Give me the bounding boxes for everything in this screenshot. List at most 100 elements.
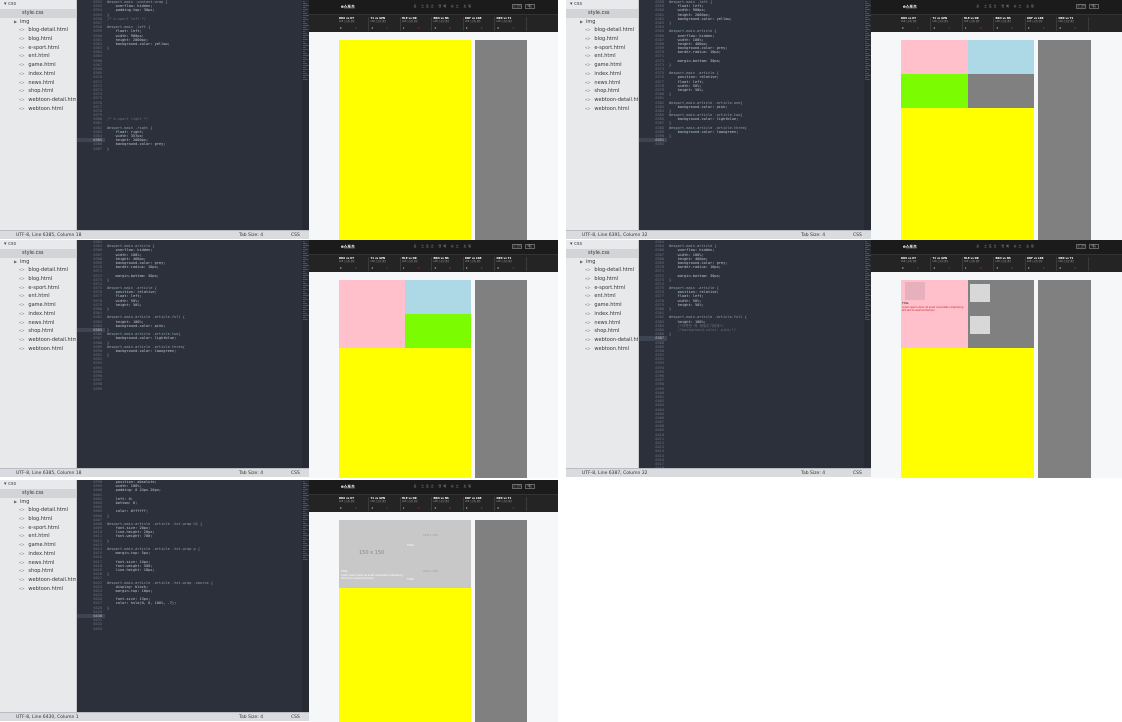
- score-card[interactable]: T1 vs GEN LCK 스프링 결승 2 1: [371, 257, 401, 271]
- folder-css[interactable]: ▾ css: [0, 240, 76, 249]
- score-card[interactable]: DRX vs T1 LCK 스프링 결승 0 2: [497, 257, 527, 271]
- score-card[interactable]: T1 vs GEN LCK 스프링 결승 2 1: [933, 17, 963, 31]
- file-item[interactable]: <> blog-detail.html: [566, 26, 638, 35]
- file-style-css[interactable]: style.css: [0, 249, 76, 258]
- code-text[interactable]: #esport-main-article { overflow: hidden;…: [669, 240, 863, 336]
- menu-button[interactable]: 메뉴: [525, 244, 535, 249]
- file-item[interactable]: <>webtoon-detail.html: [0, 96, 76, 105]
- minimap[interactable]: [302, 480, 309, 712]
- score-card[interactable]: DRX vs T1 LCK 스프링 결승 0 2: [1059, 17, 1089, 31]
- file-item[interactable]: <> blog-detail.html: [0, 506, 76, 515]
- score-card[interactable]: DRX vs T1 LCK 스프링 결승 0 2: [497, 497, 527, 511]
- file-item[interactable]: <> blog.html: [0, 515, 76, 524]
- score-card[interactable]: BRO vs NS LCK 스프링 결승 3 0: [996, 257, 1026, 271]
- file-item[interactable]: <> index.html: [566, 310, 638, 319]
- file-item[interactable]: <> blog-detail.html: [0, 266, 76, 275]
- file-item[interactable]: <> ent.html: [566, 52, 638, 61]
- file-item[interactable]: <> news.html: [0, 79, 76, 88]
- login-button[interactable]: 로그인: [1076, 244, 1086, 249]
- article-one[interactable]: [901, 40, 968, 74]
- file-style-css[interactable]: style.css: [566, 9, 638, 18]
- folder-css[interactable]: ▾ css: [0, 0, 76, 9]
- score-card[interactable]: DRX vs KT LCK 스프링 결승 0 3: [339, 497, 369, 511]
- article-full[interactable]: [339, 280, 405, 348]
- score-card[interactable]: KDF vs LSB LCK 스프링 결승 2 2: [465, 497, 495, 511]
- score-card[interactable]: DRX vs KT LCK 스프링 결승 0 3: [901, 17, 931, 31]
- file-item[interactable]: <> news.html: [0, 559, 76, 568]
- article-three[interactable]: [901, 74, 968, 108]
- login-button[interactable]: 로그인: [512, 4, 522, 9]
- file-item[interactable]: <> shop.html: [0, 567, 76, 576]
- score-card[interactable]: DRX vs T1 LCK 스프링 결승 0 2: [497, 17, 527, 31]
- score-card[interactable]: DRX vs KT LCK 스프링 결승 0 3: [339, 257, 369, 271]
- minimap[interactable]: [302, 0, 309, 230]
- file-item[interactable]: <> ent.html: [0, 52, 76, 61]
- minimap[interactable]: [864, 240, 871, 468]
- file-item[interactable]: <> blog.html: [566, 35, 638, 44]
- file-item[interactable]: <> e-sport.html: [0, 284, 76, 293]
- code-editor[interactable]: 6352 6353 6354 6355 6356 6357 6358 6359 6360 6361…: [77, 0, 309, 230]
- file-item[interactable]: <> game.html: [0, 301, 76, 310]
- menu-button[interactable]: 메뉴: [525, 484, 535, 489]
- folder-css[interactable]: ▾ css: [566, 0, 638, 9]
- file-item[interactable]: <> e-sport.html: [566, 44, 638, 53]
- score-card[interactable]: HLE vs DK LCK 스프링 결승 1 2: [402, 17, 432, 31]
- article-three[interactable]: [405, 314, 471, 348]
- code-text[interactable]: #esport-main .content-wrap { overflow: h…: [107, 0, 301, 151]
- file-item[interactable]: <> game.html: [566, 61, 638, 70]
- score-card[interactable]: DRX vs KT LCK 스프링 결승 0 3: [339, 17, 369, 31]
- site-logo[interactable]: e스포츠: [341, 484, 355, 490]
- score-card[interactable]: KDF vs LSB LCK 스프링 결승 2 2: [465, 17, 495, 31]
- score-card[interactable]: BRO vs NS LCK 스프링 결승 3 0: [434, 497, 464, 511]
- file-item[interactable]: <> blog.html: [0, 35, 76, 44]
- status-tab-size[interactable]: Tab Size: 4: [801, 231, 825, 240]
- article-two[interactable]: [967, 40, 1034, 74]
- file-item[interactable]: <> webtoon.html: [566, 105, 638, 114]
- file-item[interactable]: <> webtoon.html: [0, 105, 76, 114]
- file-item[interactable]: <> blog-detail.html: [0, 26, 76, 35]
- site-menu[interactable]: 홈 스포츠 연예 뉴스 쇼핑: [414, 484, 473, 488]
- file-item[interactable]: <> index.html: [566, 70, 638, 79]
- code-text[interactable]: #esport-main .left { float: left; width:…: [669, 0, 863, 147]
- score-card[interactable]: T1 vs GEN LCK 스프링 결승 2 1: [933, 257, 963, 271]
- status-tab-size[interactable]: Tab Size: 4: [239, 231, 263, 240]
- file-item[interactable]: <> news.html: [0, 319, 76, 328]
- site-menu[interactable]: 홈 스포츠 연예 뉴스 쇼핑: [976, 244, 1035, 248]
- score-card[interactable]: T1 vs GEN LCK 스프링 결승 2 1: [371, 17, 401, 31]
- file-item[interactable]: <> blog-detail.html: [566, 266, 638, 275]
- code-text[interactable]: #esport-main-article { overflow: hidden;…: [107, 240, 301, 391]
- site-logo[interactable]: e스포츠: [903, 4, 917, 10]
- status-syntax[interactable]: CSS: [291, 713, 300, 722]
- code-editor[interactable]: 6358 6359 6360 6361 6362 6363 6364 6365 6366 6367…: [639, 0, 871, 230]
- site-logo[interactable]: e스포츠: [903, 244, 917, 250]
- status-tab-size[interactable]: Tab Size: 4: [801, 469, 825, 478]
- score-card[interactable]: HLE vs DK LCK 스프링 결승 1 2: [964, 257, 994, 271]
- file-item[interactable]: <> index.html: [0, 310, 76, 319]
- status-tab-size[interactable]: Tab Size: 4: [239, 469, 263, 478]
- login-button[interactable]: 로그인: [512, 484, 522, 489]
- score-card[interactable]: KDF vs LSB LCK 스프링 결승 2 2: [1027, 17, 1057, 31]
- status-syntax[interactable]: CSS: [291, 469, 300, 478]
- code-editor[interactable]: 6364 6365 6366 6367 6368 6369 6370 6371 6372 6373…: [77, 240, 309, 468]
- file-item[interactable]: <> game.html: [0, 541, 76, 550]
- file-item[interactable]: <> e-sport.html: [0, 524, 76, 533]
- file-item[interactable]: <> index.html: [0, 70, 76, 79]
- file-item[interactable]: <> game.html: [0, 61, 76, 70]
- minimap[interactable]: [302, 240, 309, 468]
- folder-img[interactable]: ▶ img: [0, 498, 76, 507]
- article-two[interactable]: [405, 280, 471, 314]
- status-syntax[interactable]: CSS: [853, 469, 862, 478]
- file-item[interactable]: <> blog.html: [0, 275, 76, 284]
- status-syntax[interactable]: CSS: [291, 231, 300, 240]
- score-card[interactable]: HLE vs DK LCK 스프링 결승 1 2: [402, 257, 432, 271]
- file-item[interactable]: <> blog.html: [566, 275, 638, 284]
- file-item[interactable]: <>webtoon-detail.html: [0, 336, 76, 345]
- file-style-css[interactable]: style.css: [566, 249, 638, 258]
- code-editor[interactable]: 6364 6365 6366 6367 6368 6369 6370 6371 6372 6373…: [639, 240, 871, 468]
- score-card[interactable]: KDF vs LSB LCK 스프링 결승 2 2: [465, 257, 495, 271]
- file-item[interactable]: <> news.html: [566, 79, 638, 88]
- file-item[interactable]: <> shop.html: [566, 87, 638, 96]
- folder-img[interactable]: ▶ img: [0, 258, 76, 267]
- site-menu[interactable]: 홈 스포츠 연예 뉴스 쇼핑: [976, 4, 1035, 8]
- folder-img[interactable]: ▶ img: [0, 18, 76, 27]
